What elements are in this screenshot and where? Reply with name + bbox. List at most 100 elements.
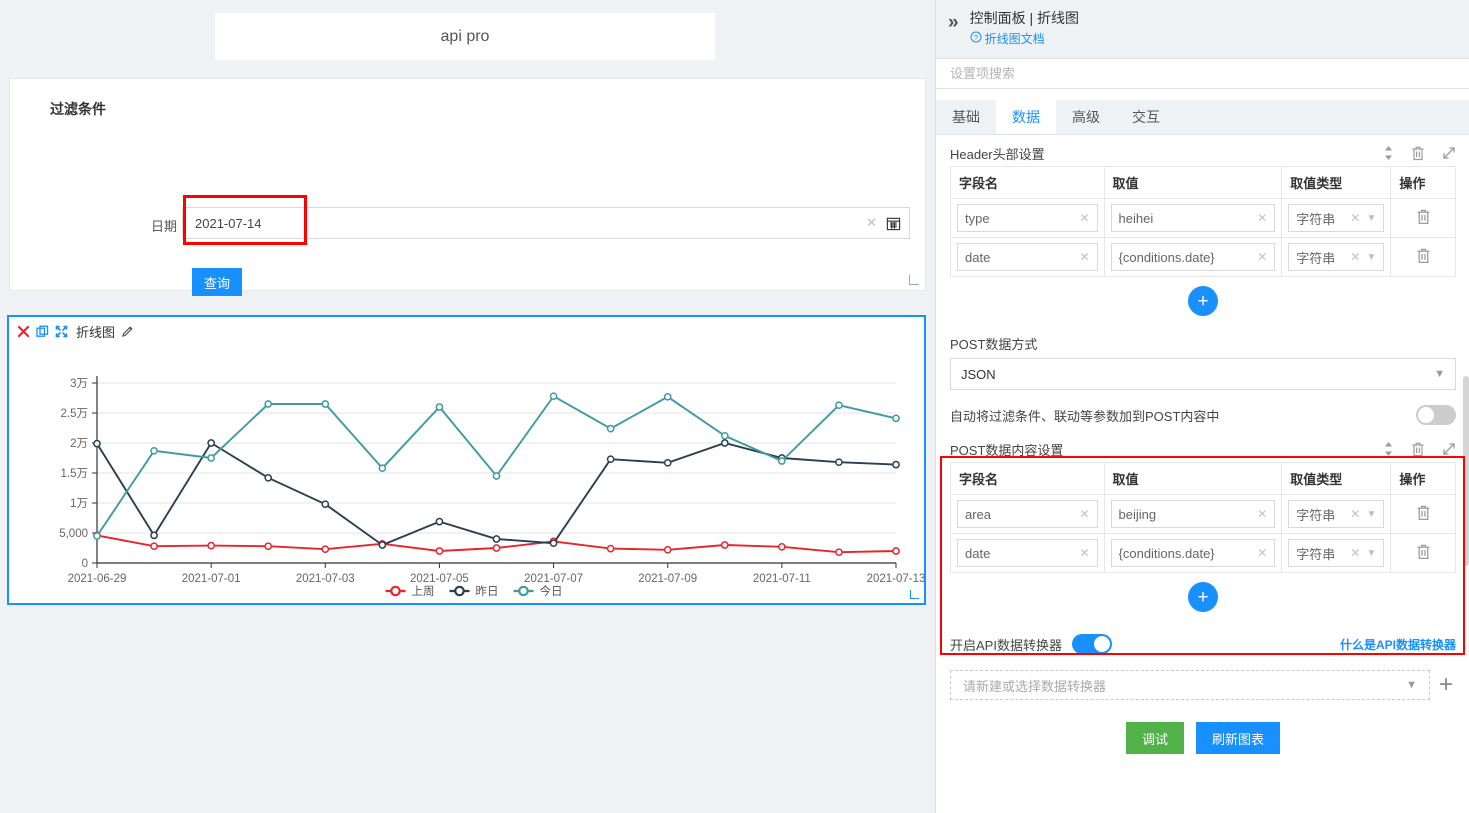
auto-params-toggle[interactable] bbox=[1416, 405, 1456, 425]
close-icon[interactable]: ✕ bbox=[1079, 250, 1089, 264]
field-name-input[interactable]: type ✕ bbox=[957, 204, 1098, 232]
svg-text:2021-07-11: 2021-07-11 bbox=[753, 573, 811, 585]
tab-data[interactable]: 数据 bbox=[996, 100, 1056, 134]
close-icon[interactable]: ✕ bbox=[1079, 211, 1089, 225]
field-value-input[interactable]: {conditions.date} ✕ bbox=[1110, 243, 1276, 271]
field-value-input[interactable]: {conditions.date} ✕ bbox=[1110, 539, 1276, 567]
panel-resize-handle[interactable] bbox=[909, 275, 919, 285]
delete-row-button[interactable] bbox=[1416, 248, 1431, 267]
fullscreen-icon[interactable] bbox=[55, 325, 68, 338]
converter-toggle[interactable] bbox=[1071, 634, 1112, 654]
chevron-down-icon[interactable]: ▼ bbox=[1366, 548, 1376, 559]
expand-diagonal-icon[interactable] bbox=[1442, 442, 1456, 456]
value-type-select[interactable]: 字符串 ✕ ▼ bbox=[1288, 204, 1385, 232]
value-type-select[interactable]: 字符串 ✕ ▼ bbox=[1288, 539, 1385, 567]
field-name-input[interactable]: date ✕ bbox=[957, 243, 1098, 271]
table-header-row: 字段名 取值 取值类型 操作 bbox=[950, 166, 1456, 199]
table-row: type ✕ heihei ✕ 字符串 ✕ ▼ bbox=[950, 198, 1456, 238]
field-value-value: beijing bbox=[1118, 506, 1157, 522]
expand-diagonal-icon[interactable] bbox=[1442, 146, 1456, 160]
close-icon[interactable] bbox=[17, 325, 30, 338]
chart-widget[interactable]: 折线图 0 5,000 1万 1.5万 2万 2.5万 3万 2021-06-29 2021-0… bbox=[7, 315, 926, 605]
post-params-table: 字段名 取值 取值类型 操作 area ✕ beijing ✕ 字符串 ✕ ▼ … bbox=[950, 462, 1456, 573]
settings-panel-title: 控制面板 | 折线图 bbox=[969, 10, 1079, 26]
chart-widget-toolbar: 折线图 bbox=[17, 321, 134, 341]
field-name-value: type bbox=[965, 210, 990, 226]
field-value-input[interactable]: heihei ✕ bbox=[1110, 204, 1276, 232]
trash-icon[interactable] bbox=[1411, 442, 1425, 457]
converter-help-link[interactable]: 什么是API数据转换器 bbox=[1340, 636, 1456, 653]
calendar-icon[interactable] bbox=[886, 216, 901, 231]
close-icon[interactable]: ✕ bbox=[1350, 507, 1360, 521]
value-type-select[interactable]: 字符串 ✕ ▼ bbox=[1288, 243, 1385, 271]
filter-panel-title: 过滤条件 bbox=[50, 101, 106, 117]
close-icon[interactable]: ✕ bbox=[1257, 250, 1267, 264]
svg-text:2021-07-05: 2021-07-05 bbox=[410, 573, 469, 585]
converter-label: 开启API数据转换器 bbox=[950, 637, 1062, 653]
field-name-input[interactable]: area ✕ bbox=[957, 500, 1098, 528]
edit-pencil-icon[interactable] bbox=[121, 325, 134, 338]
chevron-down-icon[interactable]: ▼ bbox=[1366, 213, 1376, 224]
post-method-select[interactable]: JSON ▼ bbox=[950, 358, 1456, 390]
close-icon[interactable]: ✕ bbox=[1350, 250, 1360, 264]
query-button[interactable]: 查询 bbox=[192, 268, 242, 296]
refresh-chart-button[interactable]: 刷新图表 bbox=[1196, 722, 1281, 754]
add-post-row-button[interactable]: + bbox=[1188, 582, 1218, 612]
delete-row-button[interactable] bbox=[1416, 505, 1431, 524]
table-row: date ✕ {conditions.date} ✕ 字符串 ✕ ▼ bbox=[950, 533, 1456, 573]
search-input[interactable] bbox=[936, 59, 1469, 89]
doc-link-label: 折线图文档 bbox=[984, 32, 1045, 46]
value-type-select[interactable]: 字符串 ✕ ▼ bbox=[1288, 500, 1385, 528]
svg-text:上周: 上周 bbox=[412, 585, 435, 598]
close-icon[interactable]: ✕ bbox=[1350, 211, 1360, 225]
close-icon[interactable]: ✕ bbox=[1257, 546, 1267, 560]
debug-button[interactable]: 调试 bbox=[1125, 722, 1184, 754]
chevron-down-icon: ▼ bbox=[1434, 368, 1445, 380]
field-value-input[interactable]: beijing ✕ bbox=[1110, 500, 1276, 528]
close-icon[interactable]: ✕ bbox=[1350, 546, 1360, 560]
add-header-row-button[interactable]: + bbox=[1188, 286, 1218, 316]
copy-icon[interactable] bbox=[36, 325, 49, 338]
chevron-down-icon[interactable]: ▼ bbox=[1366, 252, 1376, 263]
tab-interaction[interactable]: 交互 bbox=[1116, 100, 1176, 134]
doc-link[interactable]: ? 折线图文档 bbox=[970, 30, 1079, 47]
close-icon[interactable]: ✕ bbox=[1079, 546, 1089, 560]
tab-basic[interactable]: 基础 bbox=[936, 100, 996, 134]
sort-updown-icon[interactable] bbox=[1383, 442, 1394, 456]
chevron-down-icon: ▼ bbox=[1406, 679, 1417, 691]
field-value-value: {conditions.date} bbox=[1118, 545, 1215, 561]
svg-text:2021-07-13: 2021-07-13 bbox=[867, 573, 924, 585]
chevron-down-icon[interactable]: ▼ bbox=[1366, 509, 1376, 520]
auto-params-row: 自动将过滤条件、联动等参数加到POST内容中 bbox=[936, 398, 1469, 432]
tab-advanced[interactable]: 高级 bbox=[1056, 100, 1116, 134]
close-icon[interactable]: ✕ bbox=[1257, 211, 1267, 225]
converter-row: 开启API数据转换器 什么是API数据转换器 bbox=[936, 628, 1469, 660]
col-value-type: 取值类型 bbox=[1281, 462, 1392, 495]
delete-row-button[interactable] bbox=[1416, 544, 1431, 563]
field-name-value: date bbox=[965, 545, 991, 561]
svg-text:?: ? bbox=[973, 33, 977, 42]
post-add-row-wrap: + bbox=[950, 573, 1456, 616]
trash-icon[interactable] bbox=[1411, 146, 1425, 161]
scrollbar-thumb[interactable] bbox=[1463, 376, 1469, 566]
close-icon[interactable]: ✕ bbox=[1079, 507, 1089, 521]
close-icon[interactable]: ✕ bbox=[866, 215, 877, 231]
chart-resize-handle[interactable] bbox=[910, 590, 919, 599]
converter-select[interactable]: 请新建或选择数据转换器 ▼ bbox=[950, 670, 1430, 700]
auto-params-label: 自动将过滤条件、联动等参数加到POST内容中 bbox=[950, 408, 1220, 424]
settings-panel-header: » 控制面板 | 折线图 ? 折线图文档 bbox=[936, 0, 1469, 59]
header-params-table: 字段名 取值 取值类型 操作 type ✕ heihei ✕ 字符串 ✕ ▼ d… bbox=[950, 166, 1456, 277]
sort-updown-icon[interactable] bbox=[1383, 146, 1394, 160]
board-title-card: api pro bbox=[215, 13, 715, 60]
delete-row-button[interactable] bbox=[1416, 209, 1431, 228]
dashboard-canvas: api pro 过滤条件 日期 2021-07-14 ✕ 查询 折线图 0 5,… bbox=[0, 0, 935, 813]
settings-scrollbar[interactable] bbox=[1463, 136, 1469, 813]
field-name-input[interactable]: date ✕ bbox=[957, 539, 1098, 567]
date-input[interactable]: 2021-07-14 ✕ bbox=[182, 207, 910, 239]
date-input-value: 2021-07-14 bbox=[195, 215, 262, 231]
post-section-title: POST数据内容设置 bbox=[950, 442, 1064, 458]
settings-panel-body: Header头部设置 字段名 取值 取值类型 操作 type ✕ heihei … bbox=[936, 136, 1469, 813]
plus-icon[interactable]: + bbox=[1436, 673, 1456, 697]
double-chevron-right-icon[interactable]: » bbox=[948, 13, 958, 32]
close-icon[interactable]: ✕ bbox=[1257, 507, 1267, 521]
